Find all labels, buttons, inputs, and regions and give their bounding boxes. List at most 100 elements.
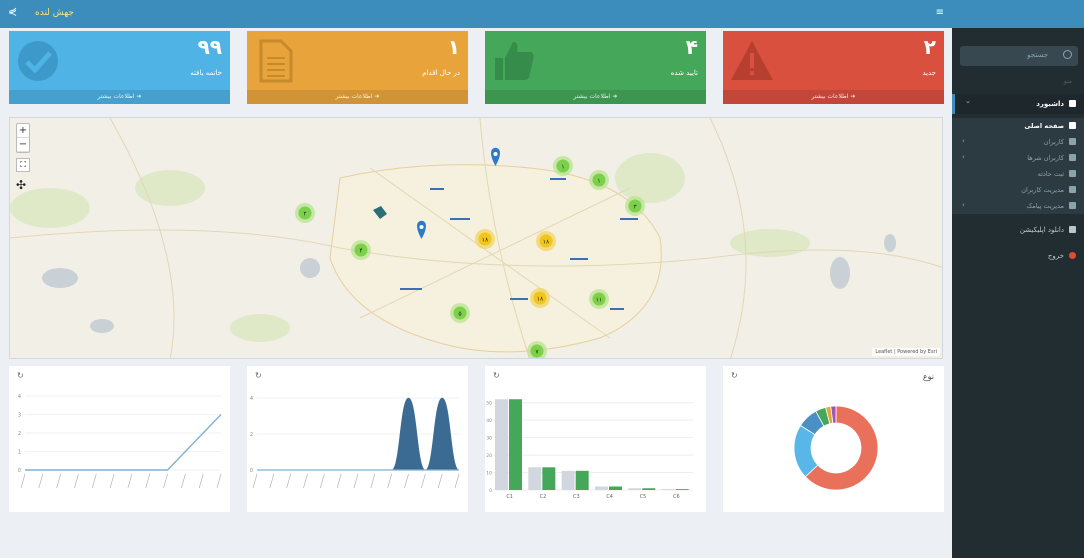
x-tick-mark xyxy=(109,473,115,489)
x-tick-mark xyxy=(181,473,186,489)
more-info-link[interactable]: اطلاعات بیشتر ➜ xyxy=(9,90,230,104)
y-tick-label: 0 xyxy=(250,468,253,474)
sidebar-item-dashboard[interactable]: ⌄ داشبورد xyxy=(952,94,1084,114)
check-circle-icon xyxy=(18,41,58,81)
more-info-link[interactable]: اطلاعات بیشتر ➜ xyxy=(247,90,468,104)
bar xyxy=(509,399,522,490)
more-info-label: اطلاعات بیشتر xyxy=(573,93,611,100)
y-tick-label: 10 xyxy=(486,471,492,477)
map-cluster-marker[interactable]: ۵ xyxy=(450,303,470,323)
document-icon xyxy=(259,39,293,83)
refresh-icon[interactable]: ↻ xyxy=(493,371,500,380)
sidebar-item-label: صفحه اصلی xyxy=(1024,122,1064,130)
sidebar-item-download-app[interactable]: دانلود اپلیکیشن xyxy=(952,222,1084,238)
cluster-count: ۴ xyxy=(359,248,362,255)
sidebar-item-label: مدیریت کاربران xyxy=(1021,186,1064,194)
x-tick-mark xyxy=(454,473,460,489)
y-tick-label: 0 xyxy=(18,468,21,474)
map-cluster-marker[interactable]: ۱ xyxy=(553,156,573,176)
bar xyxy=(528,467,542,490)
map-cluster-marker[interactable]: ۱۸ xyxy=(530,288,550,308)
zoom-control: + − xyxy=(16,123,30,153)
map-cluster-marker[interactable]: ۳ xyxy=(625,196,645,216)
bar xyxy=(542,467,556,490)
refresh-icon[interactable]: ↻ xyxy=(17,371,24,380)
app-brand: جهش لنده xyxy=(35,8,74,18)
y-tick-label: 2 xyxy=(250,432,253,438)
more-info-link[interactable]: اطلاعات بیشتر ➜ xyxy=(485,90,706,104)
sidebar-item-city-users[interactable]: ‹ کاربران شرها xyxy=(952,150,1084,166)
y-tick-label: 3 xyxy=(18,413,21,419)
x-tick-label: C6 xyxy=(673,494,680,500)
x-tick-mark xyxy=(336,473,342,489)
x-tick-mark xyxy=(74,473,79,489)
x-tick-mark xyxy=(56,473,61,489)
x-tick-label: C2 xyxy=(540,494,547,500)
box-title: خاتمه یافته xyxy=(190,69,222,77)
sidebar-item-manage-users[interactable]: مدیریت کاربران xyxy=(952,182,1084,198)
home-icon xyxy=(1069,122,1076,129)
locate-icon[interactable]: ✣ xyxy=(16,178,26,192)
chart-panel-pie: ↻ نوع xyxy=(723,366,944,512)
sidebar-item-home[interactable]: صفحه اصلی xyxy=(952,118,1084,134)
map-marker-icon[interactable] xyxy=(491,147,500,166)
bar xyxy=(609,486,622,490)
incident-map[interactable]: ۱ ۱ ۲ ۳ ۴ ۱۸ ۱۸ ۱۸ ۱۱ ۵ ۷ + − ⛶ ✣ Leaflet | Powere… xyxy=(9,117,943,359)
thumbs-up-icon xyxy=(495,42,534,80)
sidebar-item-manage-sms[interactable]: ‹ مدیریت پیامک xyxy=(952,198,1084,214)
map-cluster-marker[interactable]: ۴ xyxy=(351,240,371,260)
sms-icon xyxy=(1069,202,1076,209)
map-cluster-marker[interactable]: ۱۸ xyxy=(536,231,556,251)
info-box-approved: ۴ تایید شده اطلاعات بیشتر ➜ xyxy=(485,31,706,104)
cluster-count: ۱ xyxy=(561,164,564,171)
map-cluster-marker[interactable]: ۱ xyxy=(589,170,609,190)
edit-icon xyxy=(1069,170,1076,177)
fullscreen-icon[interactable]: ⛶ xyxy=(16,158,30,172)
x-tick-label: C1 xyxy=(506,494,513,500)
sidebar-item-label: مدیریت پیامک xyxy=(1026,202,1064,210)
zoom-out-button[interactable]: − xyxy=(17,138,29,152)
users-icon xyxy=(1069,138,1076,145)
info-box-in-progress: ۱ در حال اقدام اطلاعات بیشتر ➜ xyxy=(247,31,468,104)
more-info-label: اطلاعات بیشتر xyxy=(97,93,135,100)
chevron-down-icon: ⌄ xyxy=(965,97,971,105)
chart-panel-area: 0 2 4 ↻ xyxy=(247,366,468,512)
more-info-label: اطلاعات بیشتر xyxy=(335,93,373,100)
bar xyxy=(628,488,642,490)
x-tick-mark xyxy=(91,473,97,489)
map-cluster-marker[interactable]: ۱۸ xyxy=(475,229,495,249)
bar xyxy=(561,470,575,490)
more-info-link[interactable]: اطلاعات بیشتر ➜ xyxy=(723,90,944,104)
share-icon[interactable]: ⋞ xyxy=(8,6,20,18)
x-tick-mark xyxy=(20,473,26,489)
map-cluster-marker[interactable]: ۲ xyxy=(295,203,315,223)
box-number: ۲ xyxy=(923,35,936,59)
cluster-count: ۱۸ xyxy=(537,296,544,303)
bar xyxy=(575,470,589,490)
y-tick-label: 20 xyxy=(486,453,492,459)
sidebar-item-users[interactable]: ‹ کاربران xyxy=(952,134,1084,150)
search-placeholder: جستجو xyxy=(1027,51,1048,59)
map-cluster-marker[interactable]: ۱۱ xyxy=(589,289,609,309)
sidebar-item-logout[interactable]: خروج xyxy=(952,248,1084,264)
sidebar-top xyxy=(952,0,1084,28)
hamburger-menu-icon[interactable]: ≡ xyxy=(936,7,944,18)
sidebar-item-label: کاربران xyxy=(1043,138,1064,146)
search-input[interactable]: جستجو xyxy=(960,46,1078,66)
cluster-count: ۱۸ xyxy=(543,239,550,246)
chart-panel-bar: 0 10 20 30 40 50 C1 C2 C3 C4 C5 C6 ↻ xyxy=(485,366,706,512)
search-icon[interactable] xyxy=(1063,50,1072,59)
x-tick-mark xyxy=(252,473,258,489)
bar xyxy=(642,488,656,490)
area-chart: 0 2 4 xyxy=(250,396,460,489)
cluster-count: ۵ xyxy=(458,311,461,318)
cluster-count: ۱۸ xyxy=(482,237,489,244)
chevron-left-icon: ‹ xyxy=(962,201,965,209)
x-tick-mark xyxy=(303,473,308,489)
refresh-icon[interactable]: ↻ xyxy=(255,371,262,380)
sidebar-item-report-incident[interactable]: ثبت حادثه xyxy=(952,166,1084,182)
mobile-icon xyxy=(1069,226,1076,233)
box-title: در حال اقدام xyxy=(422,69,460,77)
zoom-in-button[interactable]: + xyxy=(17,124,29,138)
refresh-icon[interactable]: ↻ xyxy=(731,371,738,380)
